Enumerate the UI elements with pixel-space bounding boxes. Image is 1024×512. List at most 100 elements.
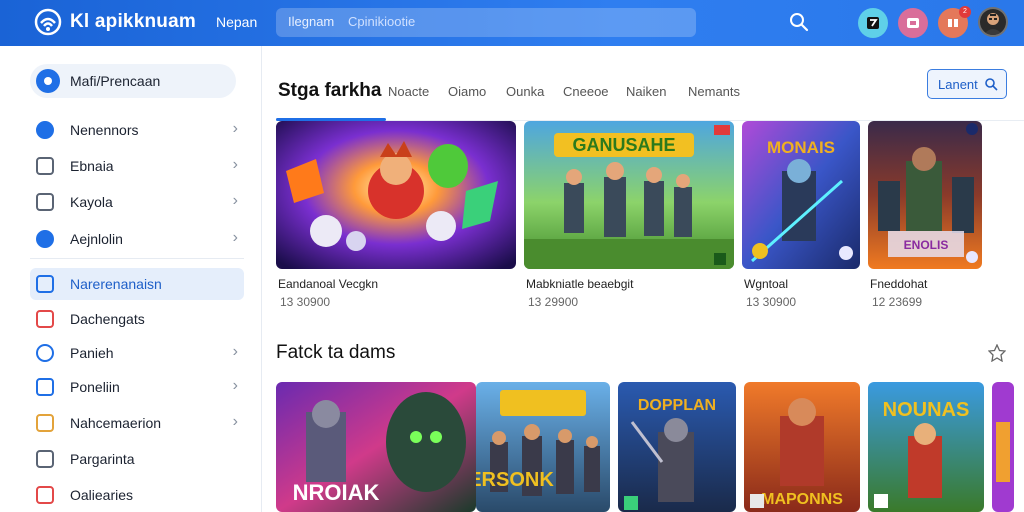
chevron-right-icon: › bbox=[232, 377, 238, 394]
filter-button[interactable]: Lanent bbox=[927, 69, 1007, 99]
card-meta: 13 30900 bbox=[746, 295, 797, 309]
chevron-right-icon: › bbox=[232, 229, 238, 246]
filter-label: Lanent bbox=[938, 77, 978, 92]
card-banner: NOUNAS bbox=[883, 399, 970, 421]
game-thumbnail: NROIAK bbox=[276, 382, 476, 512]
game-thumbnail: NOUNAS bbox=[868, 382, 984, 512]
pen-icon bbox=[36, 121, 54, 139]
chat-icon bbox=[36, 344, 54, 362]
section-title-2: Fatck ta dams bbox=[276, 342, 396, 363]
tab-1[interactable]: Noacte bbox=[388, 84, 429, 99]
tab-3[interactable]: Ounka bbox=[506, 84, 544, 99]
sidebar-item-label: Nenennors bbox=[70, 122, 139, 138]
profile-pill[interactable]: Mafi/Prencaan bbox=[30, 64, 236, 98]
sidebar-item[interactable]: Narerenanaisn bbox=[30, 268, 244, 300]
tab-5[interactable]: Naiken bbox=[626, 84, 666, 99]
sidebar-item[interactable]: Ebnaia › bbox=[30, 150, 244, 182]
game-card[interactable]: NROIAK bbox=[276, 382, 476, 512]
search-icon[interactable] bbox=[788, 11, 810, 33]
browser-icon bbox=[36, 157, 54, 175]
card-banner: MIERSONK bbox=[476, 469, 554, 491]
tab-4[interactable]: Cneeoe bbox=[563, 84, 609, 99]
sidebar-item-label: Aejnlolin bbox=[70, 231, 123, 247]
game-thumbnail: ENOLIS bbox=[868, 121, 982, 269]
wifi-logo-icon[interactable] bbox=[34, 8, 62, 36]
game-card[interactable] bbox=[276, 121, 516, 269]
sidebar-item-label: Nahcemaerion bbox=[70, 415, 162, 431]
card-banner: MAPONNS bbox=[761, 491, 843, 508]
search-placeholder-b: Cpinikiootie bbox=[348, 14, 416, 29]
card-meta: 12 23699 bbox=[872, 295, 923, 309]
app-icon[interactable] bbox=[858, 8, 888, 38]
game-card[interactable]: MIERSONK bbox=[476, 382, 610, 512]
game-thumbnail: MAPONNS bbox=[744, 382, 860, 512]
tab-2[interactable]: Oiamo bbox=[448, 84, 486, 99]
game-card[interactable]: NOUNAS bbox=[868, 382, 984, 512]
sidebar-item[interactable]: Panieh › bbox=[30, 337, 244, 369]
notifications-icon[interactable]: 2 bbox=[938, 6, 971, 38]
game-card[interactable]: MAPONNS bbox=[744, 382, 860, 512]
gamepad-icon bbox=[36, 486, 54, 504]
main-content: Stga farkha Noacte Oiamo Ounka Cneeoe Na… bbox=[262, 46, 1024, 512]
profile-label: Mafi/Prencaan bbox=[70, 73, 161, 89]
game-thumbnail: GANUSAHE bbox=[524, 121, 734, 269]
grid-icon[interactable] bbox=[898, 8, 928, 38]
card-title[interactable]: Wgntoal bbox=[744, 277, 788, 291]
profile-icon bbox=[36, 69, 60, 93]
sidebar-item[interactable]: Poneliin › bbox=[30, 371, 244, 403]
list-icon bbox=[36, 414, 54, 432]
sidebar-item[interactable]: Aejnlolin › bbox=[30, 223, 244, 255]
card-title[interactable]: Eandanoal Vecgkn bbox=[278, 277, 378, 291]
search-input[interactable]: Ilegnam Cpinikiootie bbox=[276, 8, 696, 37]
sidebar: Mafi/Prencaan Nenennors › Ebnaia › Kayola › Ae… bbox=[0, 46, 262, 512]
game-thumbnail: MONAIS bbox=[742, 121, 860, 269]
card-banner: DOPPLAN bbox=[638, 397, 716, 414]
chevron-right-icon: › bbox=[232, 413, 238, 430]
sidebar-item[interactable]: Nahcemaerion › bbox=[30, 407, 244, 439]
chevron-right-icon: › bbox=[232, 120, 238, 137]
game-card[interactable]: GANUSAHE bbox=[524, 121, 734, 269]
game-card[interactable]: ENOLIS bbox=[868, 121, 982, 269]
game-thumbnail bbox=[276, 121, 516, 269]
document-icon bbox=[36, 193, 54, 211]
card-banner: NROIAK bbox=[293, 480, 380, 505]
chevron-right-icon: › bbox=[232, 192, 238, 209]
sidebar-item[interactable]: Nenennors › bbox=[30, 114, 244, 146]
game-card[interactable]: MONAIS bbox=[742, 121, 860, 269]
game-card[interactable]: DOPPLAN bbox=[618, 382, 736, 512]
sidebar-item-label: Poneliin bbox=[70, 379, 120, 395]
card-title[interactable]: Mabkniatle beaebgit bbox=[526, 277, 633, 291]
star-icon[interactable] bbox=[988, 344, 1006, 362]
game-thumbnail: MIERSONK bbox=[476, 382, 610, 512]
card-banner: ENOLIS bbox=[904, 238, 949, 252]
top-header: Kl apikknuam Nepan Ilegnam Cpinikiootie … bbox=[0, 0, 1024, 46]
sidebar-item[interactable]: Pargarinta bbox=[30, 443, 244, 475]
pencil-icon bbox=[36, 230, 54, 248]
sidebar-item[interactable]: Kayola › bbox=[30, 186, 244, 218]
card-meta: 13 30900 bbox=[280, 295, 331, 309]
home-icon bbox=[36, 450, 54, 468]
card-banner: MONAIS bbox=[767, 138, 835, 157]
nav-link[interactable]: Nepan bbox=[216, 14, 257, 30]
tablet-icon bbox=[36, 275, 54, 293]
chart-icon bbox=[36, 378, 54, 396]
sidebar-item-label: Kayola bbox=[70, 194, 113, 210]
game-card-partial[interactable] bbox=[992, 382, 1014, 512]
sidebar-divider bbox=[30, 258, 244, 259]
sidebar-item-label: Ebnaia bbox=[70, 158, 114, 174]
sidebar-item-label: Panieh bbox=[70, 345, 114, 361]
card-banner: GANUSAHE bbox=[572, 135, 675, 155]
tab-6[interactable]: Nemants bbox=[688, 84, 740, 99]
sidebar-item-label: Oaliearies bbox=[70, 487, 134, 503]
app-title[interactable]: Kl apikknuam bbox=[70, 11, 196, 33]
user-avatar[interactable] bbox=[978, 7, 1008, 37]
sidebar-item[interactable]: Dachengats bbox=[30, 303, 244, 335]
photo-icon bbox=[36, 310, 54, 328]
chevron-right-icon: › bbox=[232, 156, 238, 173]
game-thumbnail bbox=[992, 382, 1014, 512]
card-title[interactable]: Fneddohat bbox=[870, 277, 927, 291]
sidebar-item[interactable]: Oaliearies bbox=[30, 479, 244, 511]
game-thumbnail: DOPPLAN bbox=[618, 382, 736, 512]
sidebar-item-label: Narerenanaisn bbox=[70, 276, 162, 292]
sidebar-item-label: Dachengats bbox=[70, 311, 145, 327]
